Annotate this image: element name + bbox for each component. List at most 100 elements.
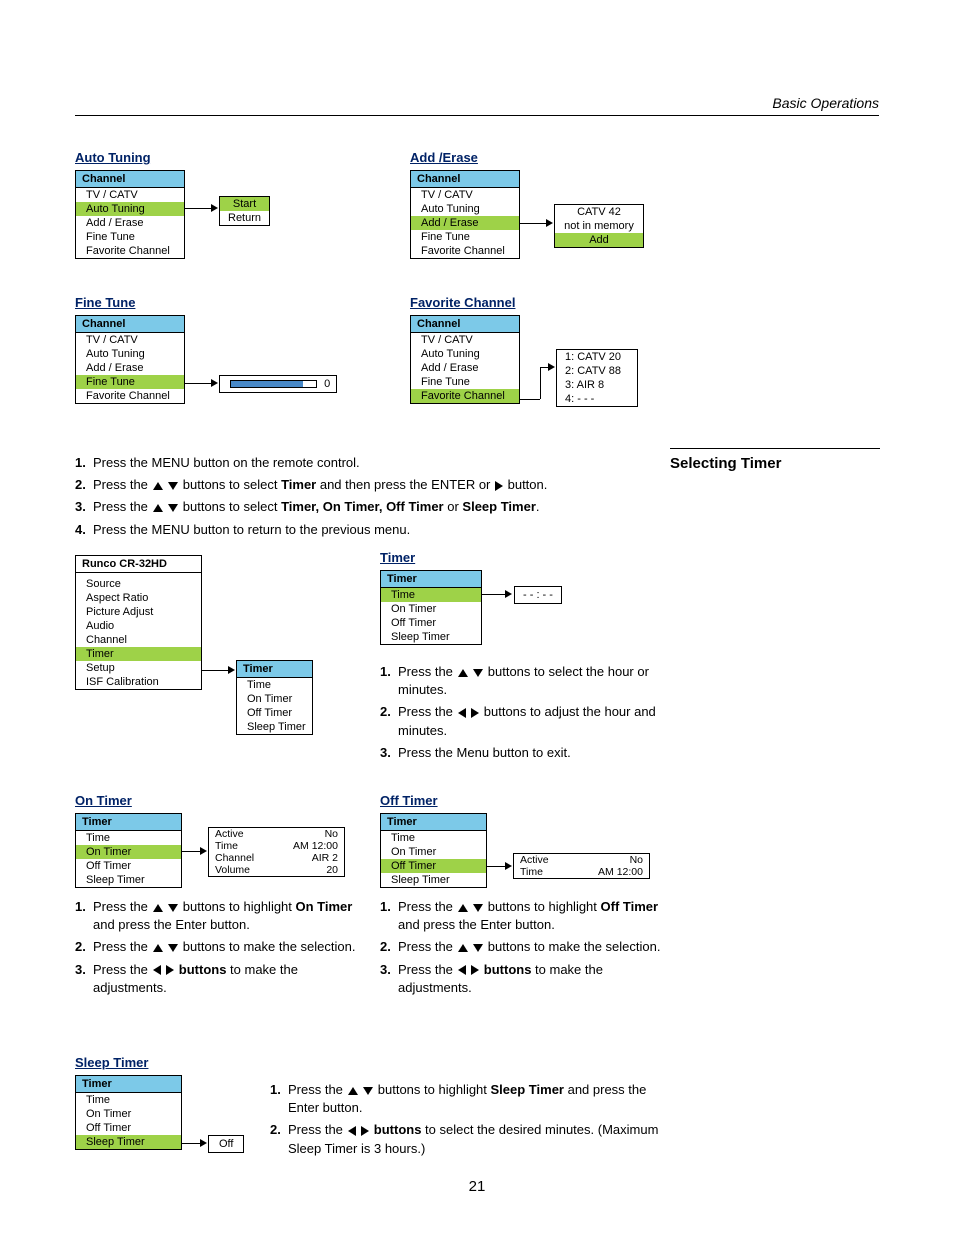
menu-item[interactable]: Time: [381, 588, 481, 602]
menu-item[interactable]: Auto Tuning: [76, 202, 184, 216]
menu-channel: Channel TV / CATV Auto Tuning Add / Eras…: [75, 315, 185, 404]
menu-item[interactable]: Auto Tuning: [411, 347, 519, 361]
popup-fine[interactable]: 0: [219, 375, 337, 393]
menu-item[interactable]: Off Timer: [237, 706, 312, 720]
heading-sleep-timer: Sleep Timer: [75, 1055, 665, 1070]
menu-item[interactable]: TV / CATV: [76, 188, 184, 202]
menu-item[interactable]: Picture Adjust: [76, 605, 201, 619]
left-icon: [153, 965, 161, 975]
menu-item[interactable]: Fine Tune: [411, 230, 519, 244]
menu-item[interactable]: Off Timer: [381, 859, 486, 873]
step-text: Press the buttons to highlight On Timer …: [93, 898, 365, 934]
down-icon: [473, 904, 483, 912]
popup-auto: Start Return: [219, 196, 270, 226]
menu-item[interactable]: Time: [381, 831, 486, 845]
menu-item[interactable]: Source: [76, 577, 201, 591]
down-icon: [168, 944, 178, 952]
menu-item[interactable]: Timer: [76, 647, 201, 661]
menu-item[interactable]: On Timer: [76, 1107, 181, 1121]
menu-item[interactable]: On Timer: [381, 602, 481, 616]
menu-item[interactable]: Off Timer: [381, 616, 481, 630]
popup-on: ActiveNo TimeAM 12:00 ChannelAIR 2 Volum…: [208, 827, 345, 877]
section-add-erase: Add /Erase Channel TV / CATV Auto Tuning…: [410, 150, 730, 259]
heading-add-erase: Add /Erase: [410, 150, 730, 165]
header-rule: [75, 115, 879, 116]
menu-item[interactable]: Time: [237, 678, 312, 692]
left-icon: [458, 708, 466, 718]
menu-item[interactable]: Fine Tune: [411, 375, 519, 389]
menu-item[interactable]: Audio: [76, 619, 201, 633]
section-favorite: Favorite Channel Channel TV / CATV Auto …: [410, 295, 730, 404]
up-icon: [458, 944, 468, 952]
menu-item[interactable]: ISF Calibration: [76, 675, 201, 689]
menu-item[interactable]: On Timer: [381, 845, 486, 859]
up-icon: [458, 904, 468, 912]
menu-item[interactable]: Off Timer: [76, 1121, 181, 1135]
menu-item[interactable]: TV / CATV: [411, 333, 519, 347]
down-icon: [168, 904, 178, 912]
down-icon: [168, 482, 178, 490]
step-text: Press the buttons to select Timer, On Ti…: [93, 498, 650, 516]
menu-item[interactable]: Aspect Ratio: [76, 591, 201, 605]
popup-item[interactable]: 4: - - -: [557, 392, 637, 406]
slider-icon[interactable]: [230, 380, 317, 388]
menu-item[interactable]: Time: [76, 1093, 181, 1107]
menu-item[interactable]: Sleep Timer: [237, 720, 312, 734]
menu-item[interactable]: Add / Erase: [411, 361, 519, 375]
heading-favorite: Favorite Channel: [410, 295, 730, 310]
menu-item[interactable]: Add / Erase: [76, 216, 184, 230]
step-text: Press the buttons to make the selection.: [398, 938, 670, 956]
menu-item[interactable]: Add / Erase: [411, 216, 519, 230]
menu-item[interactable]: Favorite Channel: [76, 244, 184, 258]
menu-item[interactable]: Favorite Channel: [411, 244, 519, 258]
section-auto-tuning: Auto Tuning Channel TV / CATV Auto Tunin…: [75, 150, 375, 259]
up-icon: [153, 904, 163, 912]
heading-on-timer: On Timer: [75, 793, 365, 808]
menu-item[interactable]: Channel: [76, 633, 201, 647]
menu-item[interactable]: Sleep Timer: [381, 630, 481, 644]
step-text: Press the buttons to make the adjustment…: [398, 961, 670, 997]
menu-item[interactable]: Add / Erase: [76, 361, 184, 375]
menu-item[interactable]: On Timer: [76, 845, 181, 859]
popup-item[interactable]: 3: AIR 8: [557, 378, 637, 392]
up-icon: [348, 1087, 358, 1095]
menu-channel: Channel TV / CATV Auto Tuning Add / Eras…: [75, 170, 185, 259]
popup-item[interactable]: 2: CATV 88: [557, 364, 637, 378]
menu-item[interactable]: Time: [76, 831, 181, 845]
header-text: Basic Operations: [772, 95, 879, 111]
down-icon: [363, 1087, 373, 1095]
menu-item[interactable]: Favorite Channel: [76, 389, 184, 403]
section-timer: Timer Timer Time On Timer Off Timer Slee…: [380, 550, 670, 772]
right-icon: [495, 481, 503, 491]
menu-item[interactable]: Sleep Timer: [76, 873, 181, 887]
menu-item[interactable]: Sleep Timer: [76, 1135, 181, 1149]
menu-item[interactable]: On Timer: [237, 692, 312, 706]
popup-off: ActiveNo TimeAM 12:00: [513, 853, 650, 879]
menu-item[interactable]: Fine Tune: [76, 230, 184, 244]
section-fine-tune: Fine Tune Channel TV / CATV Auto Tuning …: [75, 295, 375, 404]
popup-item[interactable]: 1: CATV 20: [557, 350, 637, 364]
left-icon: [458, 965, 466, 975]
menu-item[interactable]: Setup: [76, 661, 201, 675]
menu-item[interactable]: Sleep Timer: [381, 873, 486, 887]
menu-title: Timer: [76, 1076, 181, 1093]
up-icon: [153, 504, 163, 512]
right-icon: [471, 965, 479, 975]
section-on-timer: On Timer Timer Time On Timer Off Timer S…: [75, 793, 365, 1007]
menu-item[interactable]: Fine Tune: [76, 375, 184, 389]
down-icon: [168, 504, 178, 512]
popup-item[interactable]: Start: [220, 197, 269, 211]
up-icon: [458, 669, 468, 677]
side-section: Selecting Timer: [670, 448, 870, 472]
popup-item[interactable]: Return: [220, 211, 269, 225]
menu-item[interactable]: Off Timer: [76, 859, 181, 873]
menu-item[interactable]: TV / CATV: [411, 188, 519, 202]
menu-item[interactable]: Auto Tuning: [76, 347, 184, 361]
slider-value: 0: [324, 378, 330, 390]
menu-title: Timer: [237, 661, 312, 678]
menu-item[interactable]: Auto Tuning: [411, 202, 519, 216]
menu-item[interactable]: TV / CATV: [76, 333, 184, 347]
popup-time: - - : - -: [514, 586, 562, 604]
popup-item[interactable]: Add: [555, 233, 643, 247]
menu-item[interactable]: Favorite Channel: [411, 389, 519, 403]
